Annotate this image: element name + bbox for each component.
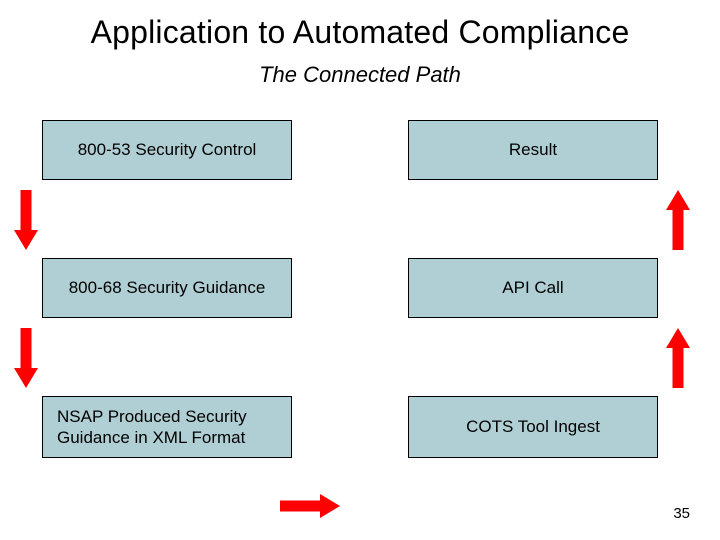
- box-label: NSAP Produced Security Guidance in XML F…: [57, 406, 277, 449]
- box-security-guidance: 800-68 Security Guidance: [42, 258, 292, 318]
- box-nsap-xml: NSAP Produced Security Guidance in XML F…: [42, 396, 292, 458]
- box-label: COTS Tool Ingest: [466, 416, 600, 437]
- box-label: Result: [509, 139, 557, 160]
- arrow-down-icon: [14, 190, 38, 250]
- arrow-up-icon: [666, 328, 690, 388]
- box-label: 800-53 Security Control: [78, 139, 257, 160]
- arrow-right-icon: [280, 494, 340, 518]
- slide-subtitle: The Connected Path: [0, 62, 720, 88]
- box-label: 800-68 Security Guidance: [69, 277, 266, 298]
- box-cots-ingest: COTS Tool Ingest: [408, 396, 658, 458]
- slide-title: Application to Automated Compliance: [0, 14, 720, 51]
- box-security-control: 800-53 Security Control: [42, 120, 292, 180]
- box-result: Result: [408, 120, 658, 180]
- box-label: API Call: [502, 277, 563, 298]
- box-api-call: API Call: [408, 258, 658, 318]
- page-number: 35: [673, 505, 690, 522]
- arrow-down-icon: [14, 328, 38, 388]
- slide: { "title": "Application to Automated Com…: [0, 0, 720, 540]
- arrow-up-icon: [666, 190, 690, 250]
